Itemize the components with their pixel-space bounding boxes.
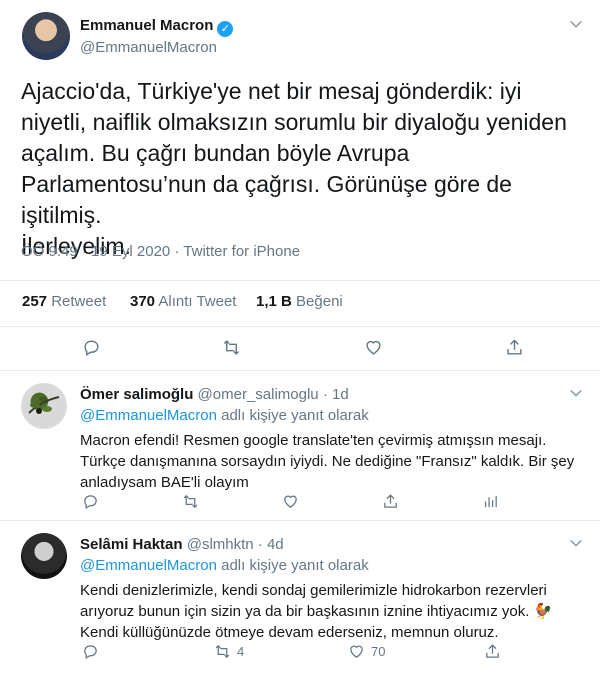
quote-count: 370 [130, 293, 156, 310]
avatar[interactable] [21, 383, 67, 429]
heart-icon[interactable] [282, 493, 305, 510]
reply-handle-time[interactable]: @slmhktn · 4d [187, 536, 284, 553]
reply-text: Kendi denizlerimizle, kendi sondaj gemil… [80, 582, 553, 641]
reply-actions: 4 70 [0, 643, 600, 673]
reply-to-link[interactable]: @EmmanuelMacron [80, 407, 217, 424]
reply-to: @EmmanuelMacron adlı kişiye yanıt olarak [80, 407, 369, 424]
retweet-icon[interactable]: 4 [214, 643, 244, 660]
reply-author[interactable]: Ömer salimoğlu @omer_salimoglu · 1d [80, 386, 349, 403]
like-stat[interactable]: 1,1 B Beğeni [256, 293, 343, 310]
chevron-down-icon[interactable] [568, 385, 588, 405]
reply-handle-time[interactable]: @omer_salimoglu · 1d [198, 386, 349, 403]
share-icon[interactable] [382, 493, 399, 510]
like-count: 70 [371, 644, 386, 659]
reply-to-suffix: adlı kişiye yanıt olarak [221, 557, 369, 574]
stats-bar: 257 Retweet 370 Alıntı Tweet 1,1 B Beğen… [0, 280, 600, 327]
reply-actions [0, 493, 600, 523]
reply-to: @EmmanuelMacron adlı kişiye yanıt olarak [80, 557, 369, 574]
avatar[interactable] [21, 533, 67, 579]
retweet-count: 257 [22, 293, 48, 310]
tweet-meta[interactable]: ÖÖ 9:49 · 19 Eyl 2020 · Twitter for iPho… [21, 243, 300, 260]
retweet-icon[interactable] [182, 493, 205, 510]
heart-icon[interactable] [364, 338, 383, 357]
verified-badge-icon: ✓ [217, 21, 234, 37]
quote-stat[interactable]: 370 Alıntı Tweet [130, 293, 236, 310]
retweet-stat[interactable]: 257 Retweet [22, 293, 106, 310]
reply-icon[interactable] [82, 643, 99, 660]
like-count: 1,1 B [256, 293, 292, 310]
retweet-icon[interactable] [222, 338, 241, 357]
main-actions [0, 338, 600, 368]
reply-tweet[interactable]: Ömer salimoğlu @omer_salimoglu · 1d @Emm… [0, 371, 600, 521]
reply-author-name[interactable]: Selâmi Haktan [80, 536, 183, 553]
retweet-label: Retweet [51, 293, 107, 310]
share-icon[interactable] [505, 338, 524, 357]
avatar[interactable] [22, 12, 70, 60]
reply-author[interactable]: Selâmi Haktan @slmhktn · 4d [80, 536, 284, 553]
reply-icon[interactable] [82, 338, 101, 357]
retweet-count: 4 [237, 644, 245, 659]
tweet-text: Ajaccio'da, Türkiye'ye net bir mesaj gön… [21, 78, 567, 259]
author-handle[interactable]: @EmmanuelMacron [80, 39, 217, 56]
quote-label: Alıntı Tweet [158, 293, 237, 310]
reply-author-name[interactable]: Ömer salimoğlu [80, 386, 193, 403]
reply-tweet[interactable]: Selâmi Haktan @slmhktn · 4d @EmmanuelMac… [0, 521, 600, 674]
reply-to-link[interactable]: @EmmanuelMacron [80, 557, 217, 574]
reply-icon[interactable] [82, 493, 99, 510]
chevron-down-icon[interactable] [568, 535, 588, 555]
reply-text: Macron efendi! Resmen google translate't… [80, 432, 575, 491]
reply-to-suffix: adlı kişiye yanıt olarak [221, 407, 369, 424]
like-label: Beğeni [296, 293, 343, 310]
analytics-icon[interactable] [482, 493, 499, 510]
author-name-text[interactable]: Emmanuel Macron [80, 17, 213, 34]
share-icon[interactable] [484, 643, 501, 660]
main-tweet: Emmanuel Macron ✓ @EmmanuelMacron Ajaccio… [0, 0, 600, 371]
heart-icon[interactable]: 70 [348, 643, 385, 660]
chevron-down-icon[interactable] [568, 16, 588, 36]
author-name[interactable]: Emmanuel Macron ✓ [80, 17, 234, 37]
